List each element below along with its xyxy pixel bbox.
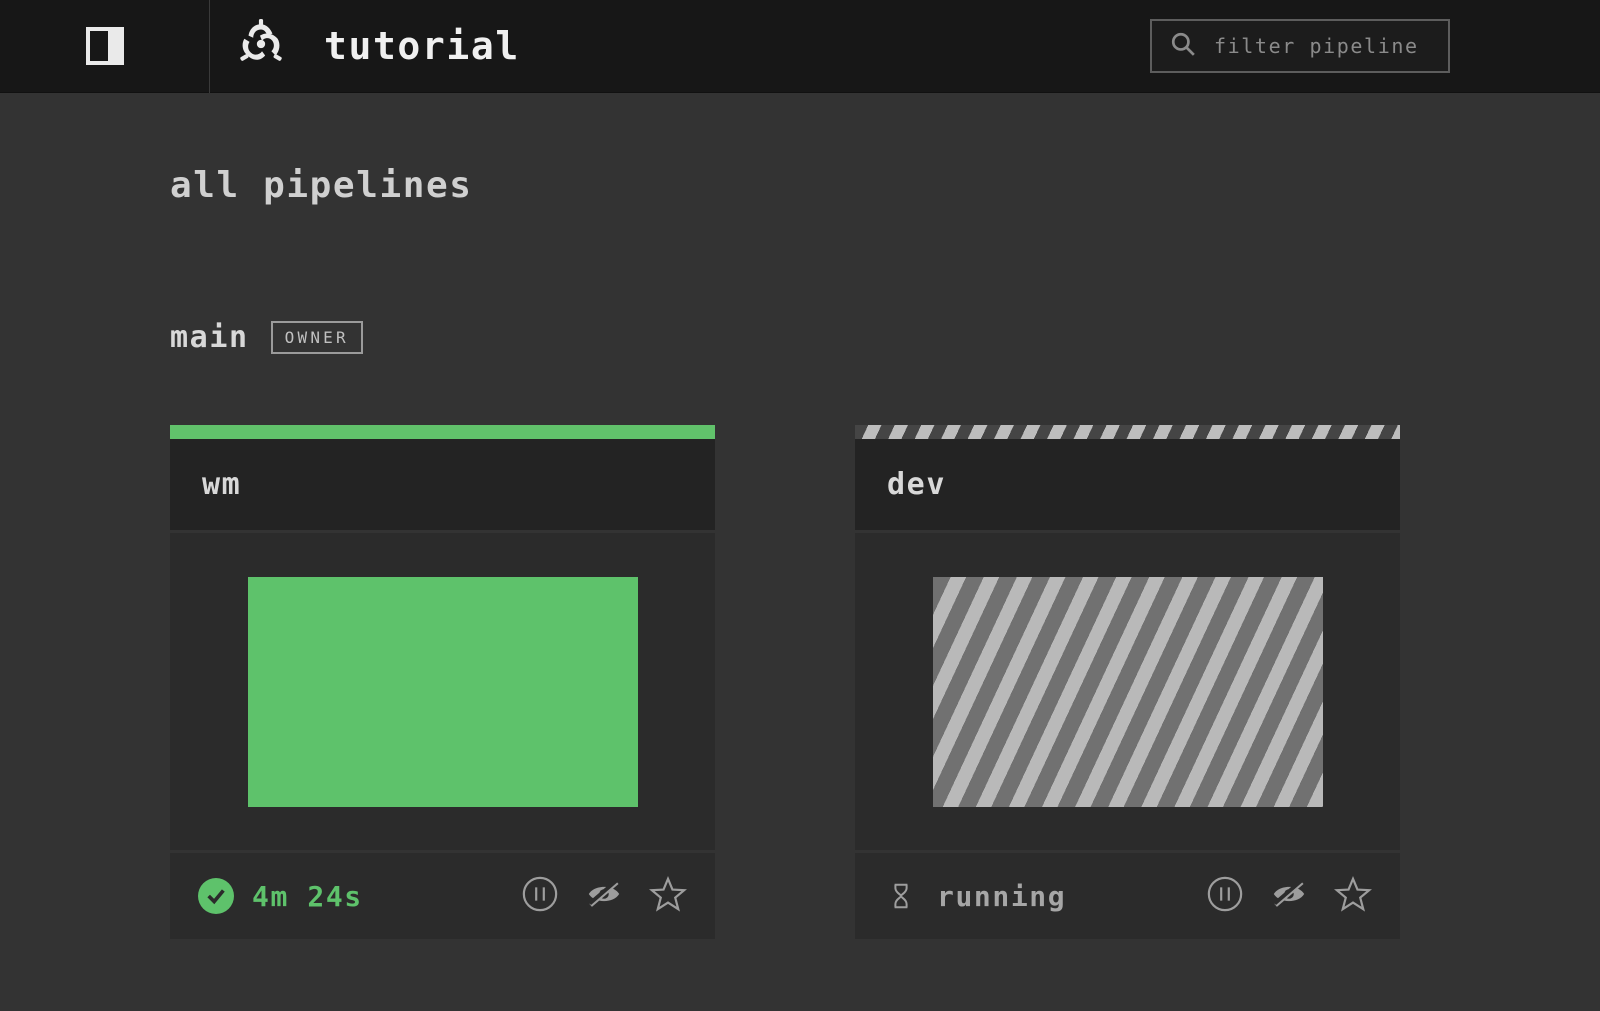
pause-button[interactable] bbox=[521, 875, 559, 917]
concourse-logo-icon bbox=[235, 18, 287, 74]
favorite-button[interactable] bbox=[649, 875, 687, 917]
pipeline-search[interactable] bbox=[1150, 19, 1450, 73]
app-title[interactable]: tutorial bbox=[324, 24, 520, 68]
pipeline-card-wm[interactable]: wm 4m 24s bbox=[170, 425, 715, 939]
favorite-button[interactable] bbox=[1334, 875, 1372, 917]
sidebar-toggle-icon bbox=[86, 27, 124, 65]
app-logo[interactable] bbox=[226, 18, 296, 74]
status-duration: 4m 24s bbox=[252, 880, 363, 913]
page-title: all pipelines bbox=[170, 165, 1430, 206]
pipeline-card-dev[interactable]: dev running bbox=[855, 425, 1400, 939]
pipeline-preview[interactable] bbox=[855, 533, 1400, 853]
topbar: tutorial bbox=[0, 0, 1600, 93]
team-name[interactable]: main bbox=[170, 320, 249, 355]
pipeline-name: wm bbox=[170, 439, 715, 533]
status-success-icon bbox=[198, 878, 234, 914]
pipeline-preview-graphic bbox=[933, 577, 1323, 807]
pipeline-name: dev bbox=[855, 439, 1400, 533]
owner-badge: OWNER bbox=[271, 321, 363, 354]
status-text: running bbox=[937, 880, 1066, 913]
pause-button[interactable] bbox=[1206, 875, 1244, 917]
sidebar-toggle-button[interactable] bbox=[0, 0, 210, 93]
search-icon bbox=[1170, 31, 1196, 61]
status-running-icon bbox=[883, 878, 919, 914]
visibility-button[interactable] bbox=[585, 875, 623, 917]
visibility-button[interactable] bbox=[1270, 875, 1308, 917]
pipeline-preview[interactable] bbox=[170, 533, 715, 853]
pipeline-status-bar bbox=[170, 425, 715, 439]
search-input[interactable] bbox=[1214, 34, 1469, 58]
pipeline-preview-graphic bbox=[248, 577, 638, 807]
pipeline-status-bar bbox=[855, 425, 1400, 439]
